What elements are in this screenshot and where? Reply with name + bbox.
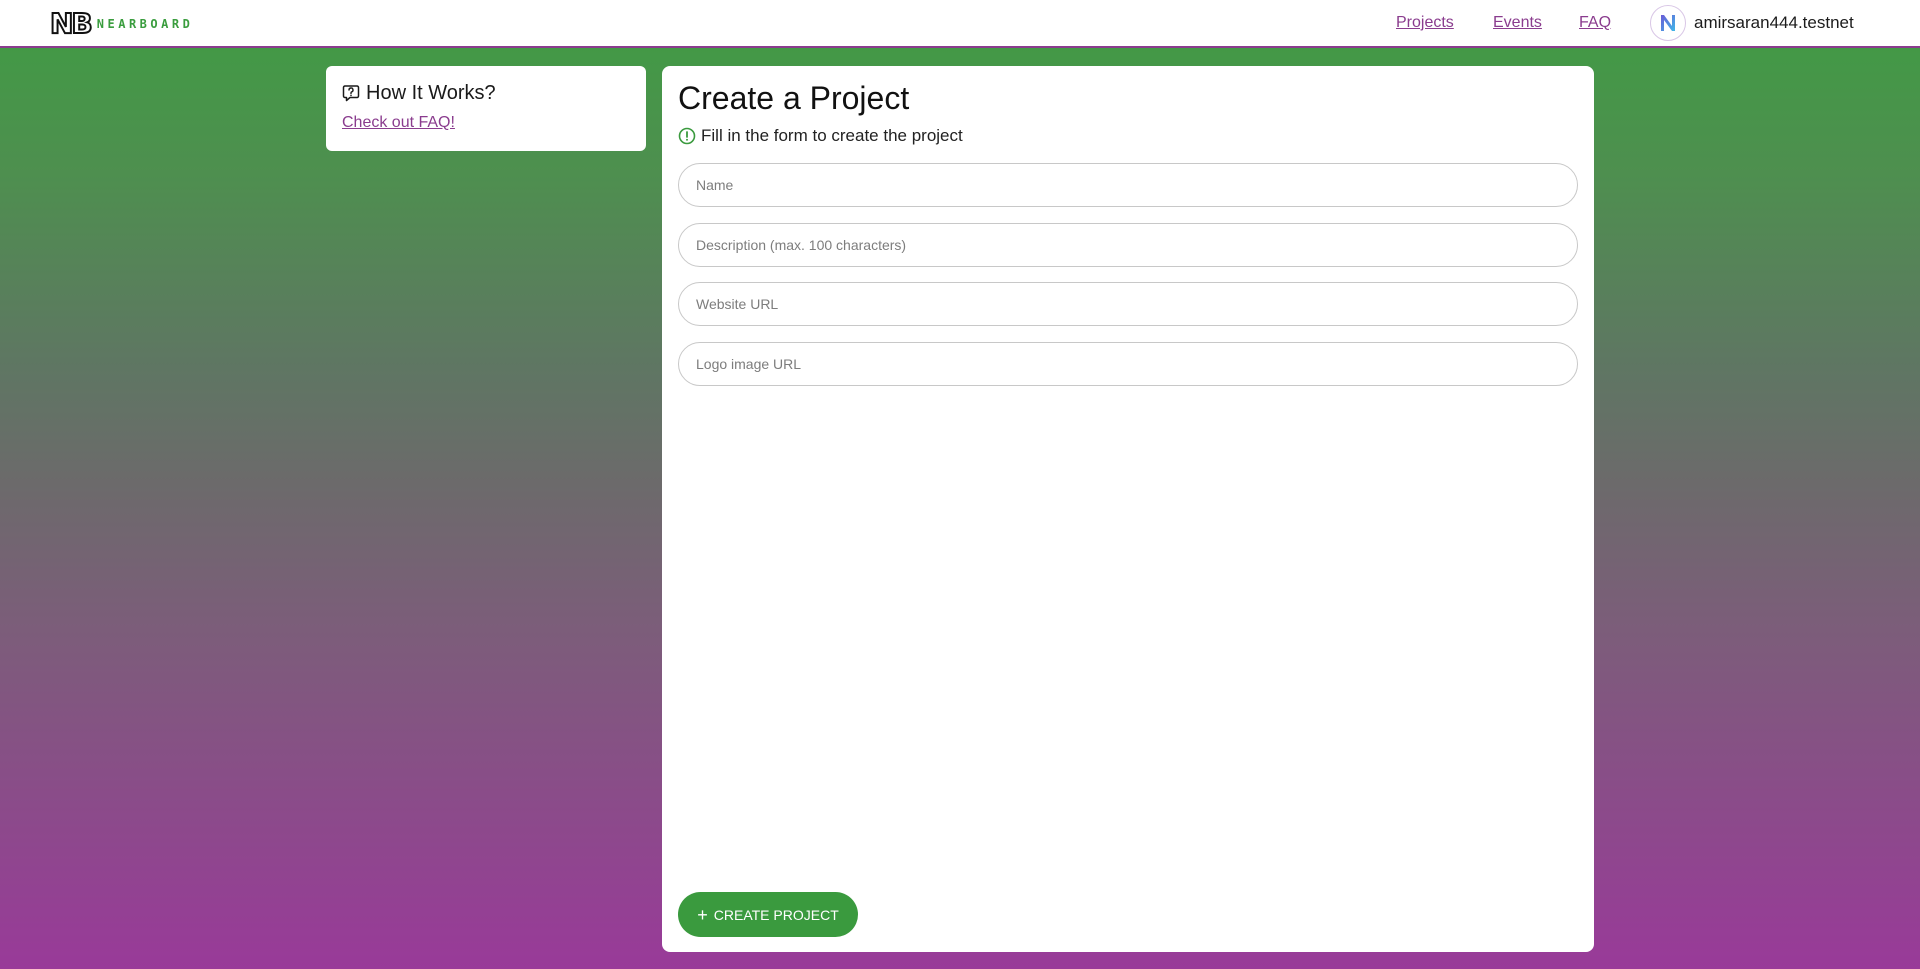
logo-image-url-input[interactable]	[678, 342, 1578, 386]
name-input[interactable]	[678, 163, 1578, 207]
faq-link[interactable]: Check out FAQ!	[342, 114, 455, 132]
website-url-input[interactable]	[678, 282, 1578, 326]
account-menu[interactable]: amirsaran444.testnet	[1650, 5, 1854, 41]
logo-mark: NB	[49, 7, 94, 40]
info-circle-icon	[678, 127, 696, 145]
form-hint-text: Fill in the form to create the project	[701, 126, 963, 145]
near-logo-icon	[1650, 5, 1686, 41]
nav-link-projects[interactable]: Projects	[1396, 14, 1454, 32]
plus-icon: +	[697, 904, 708, 925]
nav-link-events[interactable]: Events	[1493, 14, 1542, 32]
how-it-works-heading: How It Works?	[342, 80, 630, 106]
create-project-card: Create a Project Fill in the form to cre…	[662, 66, 1594, 952]
account-name: amirsaran444.testnet	[1694, 13, 1854, 32]
create-project-button[interactable]: + CREATE PROJECT	[678, 892, 858, 937]
form-hint: Fill in the form to create the project	[678, 126, 963, 146]
how-it-works-card: How It Works? Check out FAQ!	[326, 66, 646, 151]
description-input[interactable]	[678, 223, 1578, 267]
page-title: Create a Project	[678, 80, 910, 116]
create-project-label: CREATE PROJECT	[713, 906, 839, 923]
logo-wordmark: NEARBOARD	[96, 17, 194, 31]
nav-link-faq[interactable]: FAQ	[1579, 14, 1611, 32]
nearboard-logo[interactable]: NB NEARBOARD	[49, 7, 194, 40]
question-bubble-icon	[342, 85, 360, 102]
top-navbar: NB NEARBOARD Projects Events FAQ amirsar…	[0, 0, 1920, 48]
how-it-works-title: How It Works?	[366, 81, 496, 104]
